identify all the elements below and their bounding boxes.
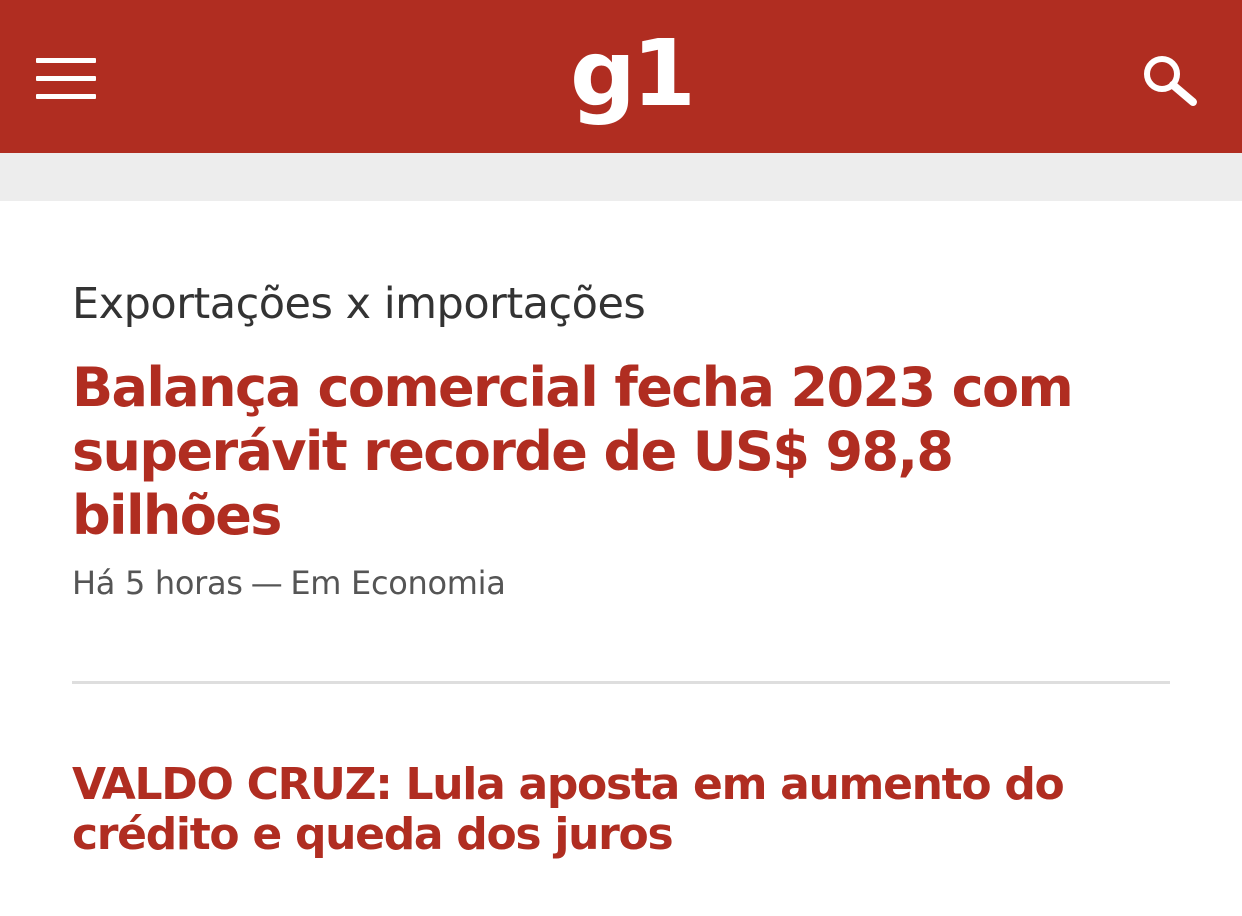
hamburger-menu-icon[interactable] (34, 55, 98, 103)
article-meta: Há 5 horas — Em Economia (72, 560, 1170, 606)
search-icon-graphic (1144, 56, 1197, 106)
article-kicker: Exportações x importações (72, 279, 646, 329)
sub-navigation-strip (0, 153, 1242, 201)
section-label: Em Economia (290, 564, 506, 602)
meta-separator: — (250, 564, 283, 602)
publish-time: Há 5 horas (72, 564, 243, 602)
g1-logo[interactable]: g1 (570, 22, 696, 134)
top-navigation-bar: g1 (0, 0, 1242, 153)
secondary-headline-link[interactable]: VALDO CRUZ: Lula aposta em aumento do cr… (72, 760, 1170, 860)
menu-bar-top (36, 58, 96, 63)
menu-bar-middle (36, 76, 96, 81)
menu-bar-bottom (36, 94, 96, 99)
main-headline-link[interactable]: Balança comercial fecha 2023 com superáv… (72, 356, 1170, 548)
feed-divider (72, 681, 1170, 684)
search-icon[interactable] (1138, 52, 1202, 108)
